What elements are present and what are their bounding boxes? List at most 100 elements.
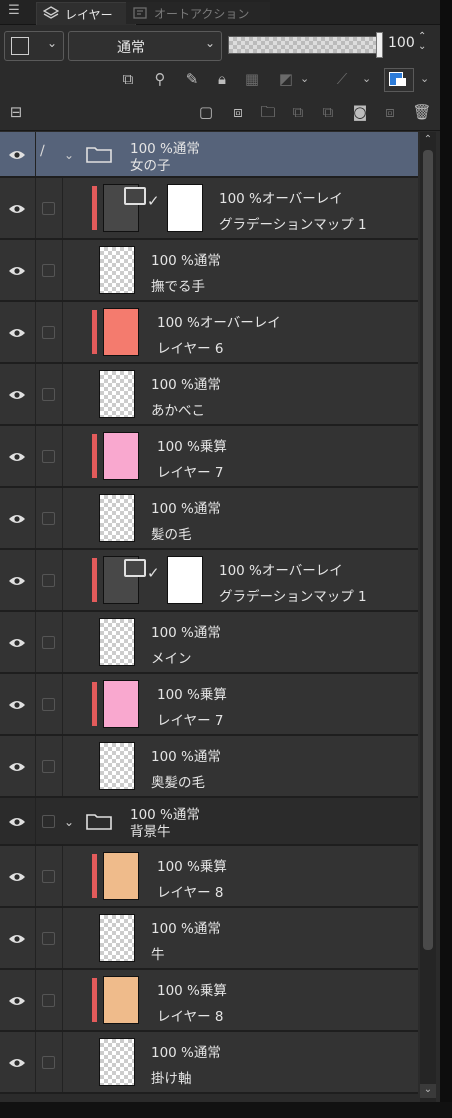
new-folder-icon[interactable]: 🗀︎ xyxy=(258,102,278,122)
layer-row[interactable]: 100 %オーバーレイ レイヤー 6 xyxy=(0,302,418,364)
edit-lock-toggle[interactable]: ∕ xyxy=(35,132,62,176)
scroll-up-icon[interactable]: ⌃ xyxy=(420,134,436,148)
layer-color-dropdown[interactable]: ⌄ xyxy=(4,31,64,61)
layer-row[interactable]: 100 %乗算 レイヤー 8 xyxy=(0,846,418,908)
visibility-toggle[interactable] xyxy=(0,426,34,486)
visibility-toggle[interactable] xyxy=(0,674,34,734)
visibility-toggle[interactable] xyxy=(0,798,34,844)
visibility-toggle[interactable] xyxy=(0,612,34,672)
layer-name[interactable]: あかべこ xyxy=(151,399,205,419)
folder-expand-icon[interactable]: ⌄ xyxy=(64,815,74,829)
visibility-toggle[interactable] xyxy=(0,302,34,362)
transfer-down-icon[interactable]: ⧉ xyxy=(288,102,308,122)
edit-lock-toggle[interactable] xyxy=(35,846,62,906)
lock-transparent-icon[interactable]: ▦ xyxy=(242,69,262,89)
layer-name[interactable]: レイヤー 8 xyxy=(157,1005,223,1025)
new-vector-layer-icon[interactable]: ⧈ xyxy=(228,102,248,122)
mask-icon[interactable]: ◩ xyxy=(276,69,296,89)
panel-layout-icon[interactable]: ⊟ xyxy=(6,102,26,122)
delete-layer-icon[interactable]: 🗑︎ xyxy=(412,102,432,122)
tab-auto-action[interactable]: オートアクション xyxy=(126,2,270,24)
layer-name[interactable]: 髪の毛 xyxy=(151,523,192,543)
opacity-slider[interactable] xyxy=(228,36,382,54)
layer-name[interactable]: メイン xyxy=(151,647,192,667)
eye-icon xyxy=(8,200,26,213)
create-mask-icon[interactable]: ◙ xyxy=(350,102,370,122)
layer-row[interactable]: 100 %通常 奥髪の毛 xyxy=(0,736,418,798)
edit-lock-toggle[interactable] xyxy=(35,798,62,844)
layer-row[interactable]: 100 %通常 髪の毛 xyxy=(0,488,418,550)
chevron-down-icon[interactable]: ⌄ xyxy=(362,72,371,85)
layer-row[interactable]: 100 %通常牛 xyxy=(0,908,418,970)
visibility-toggle[interactable] xyxy=(0,1032,34,1092)
visibility-toggle[interactable] xyxy=(0,550,34,610)
visibility-toggle[interactable] xyxy=(0,908,34,968)
visibility-toggle[interactable] xyxy=(0,970,34,1030)
layer-name[interactable]: 掛け軸 xyxy=(151,1067,192,1087)
edit-lock-toggle[interactable] xyxy=(35,240,62,300)
blend-mode-select[interactable]: 通常 ⌄ xyxy=(68,31,222,61)
visibility-toggle[interactable] xyxy=(0,178,34,238)
merge-down-icon[interactable]: ⧉ xyxy=(318,102,338,122)
layer-name[interactable]: 撫でる手 xyxy=(151,275,205,295)
layer-row[interactable]: 100 %通常 あかべこ xyxy=(0,364,418,426)
layer-folder-row[interactable]: ∕ ⌄ 100 %通常 女の子 xyxy=(0,132,418,178)
new-raster-layer-icon[interactable]: ▢ xyxy=(196,102,216,122)
edit-lock-toggle[interactable] xyxy=(35,970,62,1030)
visibility-toggle[interactable] xyxy=(0,240,34,300)
edit-lock-toggle[interactable] xyxy=(35,178,62,238)
apply-mask-icon[interactable]: ⧈ xyxy=(380,102,400,122)
layer-name[interactable]: 女の子 xyxy=(130,154,171,174)
opacity-spinner-icon[interactable]: ⌃ ⌄ xyxy=(418,32,426,52)
layer-row[interactable]: 100 %通常 掛け軸 xyxy=(0,1032,418,1094)
layer-name[interactable]: レイヤー 8 xyxy=(157,881,223,901)
layer-name[interactable]: 背景牛 xyxy=(130,820,171,840)
layer-name[interactable]: 奥髪の毛 xyxy=(151,771,205,791)
tab-layer[interactable]: レイヤー xyxy=(36,2,136,25)
layer-thumbnail xyxy=(99,370,135,418)
layer-row[interactable]: ✓ 100 %オーバーレイ グラデーションマップ 1 xyxy=(0,178,418,240)
chevron-down-icon[interactable]: ⌄ xyxy=(420,72,429,85)
layer-name[interactable]: レイヤー 7 xyxy=(157,461,223,481)
draft-layer-icon[interactable]: ✎ xyxy=(182,69,202,89)
layer-folder-row[interactable]: ⌄ 100 %通常 背景牛 xyxy=(0,798,418,846)
scrollbar-thumb[interactable] xyxy=(423,150,433,950)
layer-row[interactable]: 100 %乗算 レイヤー 8 xyxy=(0,970,418,1032)
folder-expand-icon[interactable]: ⌄ xyxy=(64,148,74,162)
layer-row[interactable]: 100 %通常 メイン xyxy=(0,612,418,674)
panel-menu-icon[interactable]: ☰ xyxy=(6,3,22,19)
layer-row[interactable]: 100 %乗算 レイヤー 7 xyxy=(0,674,418,736)
layer-name[interactable]: 牛 xyxy=(151,943,165,963)
visibility-toggle[interactable] xyxy=(0,488,34,548)
layer-name[interactable]: レイヤー 7 xyxy=(157,709,223,729)
layer-row[interactable]: ✓ 100 %オーバーレイ グラデーションマップ 1 xyxy=(0,550,418,612)
scroll-down-icon[interactable]: ⌄ xyxy=(420,1084,436,1098)
layer-name[interactable]: レイヤー 6 xyxy=(157,337,223,357)
edit-lock-toggle[interactable] xyxy=(35,426,62,486)
visibility-toggle[interactable] xyxy=(0,736,34,796)
edit-lock-toggle[interactable] xyxy=(35,908,62,968)
edit-lock-toggle[interactable] xyxy=(35,736,62,796)
lock-icon[interactable]: 🔒︎ xyxy=(212,69,232,89)
edit-lock-toggle[interactable] xyxy=(35,674,62,734)
chevron-down-icon[interactable]: ⌄ xyxy=(300,72,309,85)
edit-lock-toggle[interactable] xyxy=(35,488,62,548)
visibility-toggle[interactable] xyxy=(0,132,34,176)
opacity-slider-handle[interactable] xyxy=(376,32,383,58)
reference-layer-icon[interactable]: ⚲ xyxy=(150,69,170,89)
layer-name[interactable]: グラデーションマップ 1 xyxy=(219,585,367,605)
edit-lock-toggle[interactable] xyxy=(35,550,62,610)
clip-to-below-icon[interactable]: ⧉ xyxy=(118,69,138,89)
opacity-value[interactable]: 100 xyxy=(388,35,415,51)
edit-lock-toggle[interactable] xyxy=(35,302,62,362)
visibility-toggle[interactable] xyxy=(0,364,34,424)
ruler-icon[interactable]: ⟋ xyxy=(332,69,352,89)
edit-lock-toggle[interactable] xyxy=(35,1032,62,1092)
edit-lock-toggle[interactable] xyxy=(35,364,62,424)
edit-lock-toggle[interactable] xyxy=(35,612,62,672)
layer-row[interactable]: 100 %乗算 レイヤー 7 xyxy=(0,426,418,488)
visibility-toggle[interactable] xyxy=(0,846,34,906)
layer-color-swatch[interactable] xyxy=(384,68,414,92)
layer-row[interactable]: 100 %通常 撫でる手 xyxy=(0,240,418,302)
layer-name[interactable]: グラデーションマップ 1 xyxy=(219,213,367,233)
